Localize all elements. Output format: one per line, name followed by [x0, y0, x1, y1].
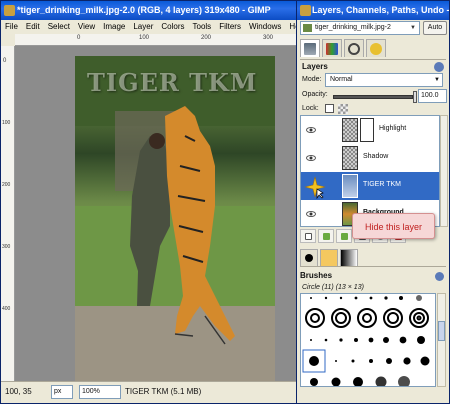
pointer-coordinates: 100, 35: [5, 387, 32, 396]
layer-thumbnail: [342, 174, 358, 198]
opacity-slider-thumb[interactable]: [413, 91, 417, 103]
current-brush-label: Circle (11) (13 × 13): [302, 284, 364, 291]
layer-row-tiger-tkm[interactable]: TIGER TKM: [301, 172, 439, 200]
layers-dock-window: Layers, Channels, Paths, Undo - Brus... …: [296, 0, 450, 404]
brush-tab-icon: [305, 254, 313, 262]
panel-menu-icon[interactable]: [434, 62, 444, 72]
gradients-tab[interactable]: [340, 249, 358, 266]
dock-titlebar[interactable]: Layers, Channels, Paths, Undo - Brus...: [297, 1, 449, 20]
alpha-checker-icon: [338, 104, 348, 114]
paths-tab[interactable]: [344, 39, 364, 57]
mode-label: Mode:: [302, 76, 322, 83]
sparkle-cursor-icon: [304, 176, 326, 199]
gimp-titlebar[interactable]: *tiger_drinking_milk.jpg-2.0 (RGB, 4 lay…: [1, 1, 299, 20]
layers-tab-icon: [304, 42, 316, 55]
new-layer-button[interactable]: [300, 229, 316, 243]
image-canvas[interactable]: TIGER TKM: [75, 56, 275, 381]
vertical-ruler[interactable]: 0 100 200 300 400: [1, 46, 15, 381]
menubar: File Edit Select View Image Layer Colors…: [1, 20, 306, 34]
dropdown-arrow-icon: ▼: [410, 25, 416, 31]
ruler-tick: 400: [2, 306, 11, 312]
opacity-slider[interactable]: [333, 95, 413, 99]
opacity-spinner[interactable]: 100.0: [418, 89, 447, 103]
layers-panel-header: Layers: [300, 59, 446, 73]
brush-previews: [302, 295, 430, 386]
brush-grid[interactable]: [300, 293, 436, 387]
menu-file[interactable]: File: [1, 20, 22, 34]
lower-icon: [340, 232, 348, 240]
layer-thumbnail: [342, 146, 358, 170]
undo-tab-icon: [370, 42, 382, 55]
layers-tab[interactable]: [300, 39, 320, 57]
dock-app-icon: [300, 5, 311, 16]
ruler-tick: 100: [2, 120, 11, 126]
layer-thumbnail: [342, 118, 358, 142]
image-select-value: tiger_drinking_milk.jpg-2: [315, 24, 391, 31]
status-bar: 100, 35 px 100% TIGER TKM (5.1 MB): [1, 381, 299, 403]
eye-icon[interactable]: [306, 209, 316, 219]
new-layer-icon: [304, 232, 312, 240]
raise-layer-button[interactable]: [318, 229, 334, 243]
ruler-tick: 200: [201, 35, 212, 41]
lock-alpha-checkbox[interactable]: [325, 104, 334, 113]
auto-button[interactable]: Auto: [423, 21, 447, 35]
layer-name: TIGER TKM: [363, 181, 401, 188]
eye-icon[interactable]: [306, 125, 316, 135]
opacity-label: Opacity:: [302, 91, 328, 98]
ruler-tick: 300: [2, 244, 11, 250]
panel-menu-icon[interactable]: [435, 272, 444, 281]
patterns-tab[interactable]: [320, 249, 338, 266]
mode-select[interactable]: Normal ▼: [325, 73, 443, 87]
mode-value: Normal: [330, 76, 353, 83]
menu-windows[interactable]: Windows: [245, 20, 285, 34]
undo-tab[interactable]: [366, 39, 386, 57]
brushes-tab[interactable]: [300, 249, 318, 266]
lower-layer-button[interactable]: [336, 229, 352, 243]
gimp-image-window: *tiger_drinking_milk.jpg-2.0 (RGB, 4 lay…: [0, 0, 306, 404]
canvas-area[interactable]: TIGER TKM: [15, 46, 299, 381]
ruler-tick: 0: [77, 35, 81, 41]
menu-view[interactable]: View: [74, 20, 99, 34]
brushes-panel-header: Brushes: [300, 271, 333, 280]
image-thumb-icon: [303, 24, 312, 32]
menu-image[interactable]: Image: [99, 20, 129, 34]
lower-dock-tabs: [300, 249, 446, 267]
menu-edit[interactable]: Edit: [22, 20, 44, 34]
hide-layer-tooltip: Hide this layer: [352, 213, 435, 239]
lock-label: Lock:: [302, 105, 319, 112]
layer-name: Shadow: [363, 153, 389, 160]
channels-tab-icon: [326, 42, 338, 55]
menu-colors[interactable]: Colors: [157, 20, 188, 34]
horizontal-ruler[interactable]: 0 100 200 300: [15, 34, 299, 46]
layers-title: Layers: [302, 62, 328, 71]
layer-list-scrollbar[interactable]: [440, 115, 448, 227]
layer-row-shadow[interactable]: Shadow: [301, 144, 439, 172]
dropdown-arrow-icon: ▼: [434, 77, 440, 83]
layer-name: Highlight: [379, 125, 407, 132]
ruler-tick: 300: [263, 35, 274, 41]
ruler-tick: 0: [3, 58, 7, 64]
zoom-select[interactable]: 100%: [79, 385, 121, 399]
image-select[interactable]: tiger_drinking_milk.jpg-2 ▼: [300, 21, 420, 35]
canvas-watermark-text: TIGER TKM: [87, 68, 258, 97]
gimp-app-icon: [4, 5, 15, 16]
tiger-photo: [75, 56, 275, 381]
status-info: TIGER TKM (5.1 MB): [125, 387, 202, 396]
layer-row-highlight[interactable]: Highlight: [301, 116, 439, 144]
brush-scrollbar-thumb[interactable]: [438, 321, 445, 341]
menu-select[interactable]: Select: [44, 20, 74, 34]
raise-icon: [322, 232, 330, 240]
unit-select[interactable]: px: [51, 385, 73, 399]
menu-layer[interactable]: Layer: [129, 20, 157, 34]
layer-mask-thumbnail: [360, 118, 374, 142]
menu-tools[interactable]: Tools: [189, 20, 216, 34]
channels-tab[interactable]: [322, 39, 342, 57]
ruler-tick: 100: [139, 35, 150, 41]
paths-tab-icon: [348, 42, 360, 55]
menu-filters[interactable]: Filters: [215, 20, 245, 34]
layer-list[interactable]: Highlight Shadow TIGER TKM Background: [300, 115, 440, 227]
ruler-tick: 200: [2, 182, 11, 188]
eye-icon[interactable]: [306, 153, 316, 163]
dock-tabs: [300, 39, 446, 57]
